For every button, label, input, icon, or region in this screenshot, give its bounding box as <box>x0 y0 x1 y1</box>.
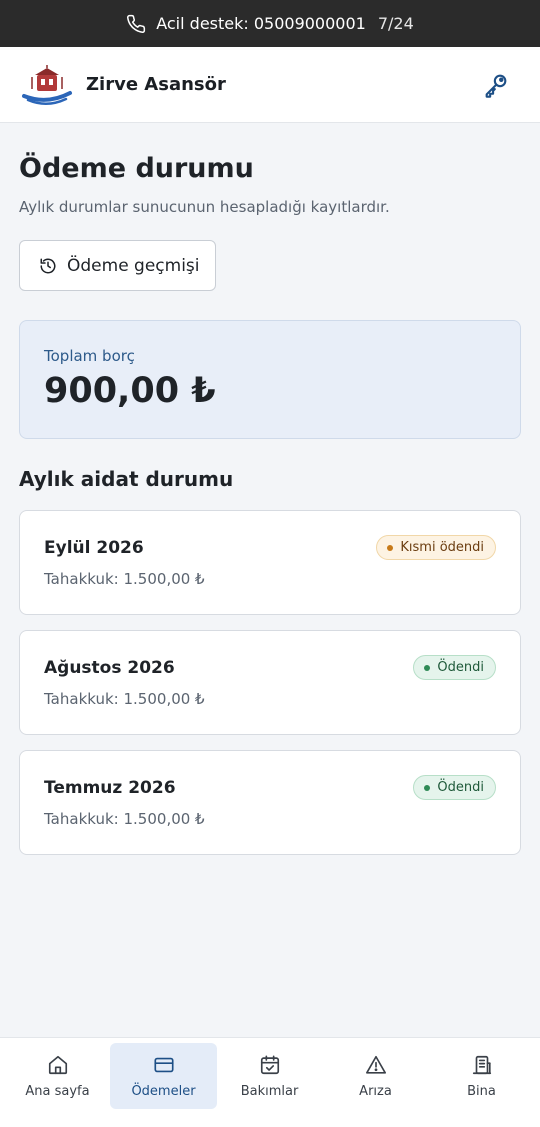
nav-item-home[interactable]: Ana sayfa <box>4 1043 111 1109</box>
bottom-navigation: Ana sayfa Ödemeler Bakımlar Arıza Bina <box>0 1037 540 1127</box>
phone-icon <box>126 14 146 34</box>
total-debt-card: Toplam borç 900,00 ₺ <box>19 320 521 439</box>
building-icon <box>472 1055 491 1074</box>
nav-item-building[interactable]: Bina <box>428 1043 535 1109</box>
status-badge-label: Ödendi <box>437 660 484 675</box>
nav-label: Ana sayfa <box>25 1083 90 1099</box>
total-debt-label: Toplam borç <box>44 347 135 365</box>
nav-label: Bina <box>467 1083 496 1099</box>
payment-history-button[interactable]: Ödeme geçmişi <box>19 240 216 291</box>
month-name: Temmuz 2026 <box>44 778 176 798</box>
status-badge: Ödendi <box>413 775 496 800</box>
support-hours: 7/24 <box>377 14 414 33</box>
support-banner[interactable]: Acil destek: 05009000001 7/24 <box>0 0 540 47</box>
month-card[interactable]: Eylül 2026 Tahakkuk: 1.500,00 ₺ Kısmi öd… <box>19 510 521 615</box>
nav-item-payments[interactable]: Ödemeler <box>110 1043 217 1109</box>
warning-triangle-icon <box>365 1055 386 1074</box>
nav-item-fault[interactable]: Arıza <box>322 1043 429 1109</box>
page-title: Ödeme durumu <box>19 153 254 184</box>
brand-name: Zirve Asansör <box>86 74 226 95</box>
total-debt-value: 900,00 ₺ <box>44 371 216 411</box>
month-accrual: Tahakkuk: 1.500,00 ₺ <box>44 690 205 708</box>
calendar-check-icon <box>260 1054 279 1074</box>
month-name: Ağustos 2026 <box>44 658 175 678</box>
status-badge-label: Ödendi <box>437 780 484 795</box>
home-icon <box>48 1055 67 1074</box>
monthly-fee-title: Aylık aidat durumu <box>19 467 234 491</box>
nav-item-maintenance[interactable]: Bakımlar <box>216 1043 323 1109</box>
month-card[interactable]: Ağustos 2026 Tahakkuk: 1.500,00 ₺ Ödendi <box>19 630 521 735</box>
credit-card-icon <box>153 1057 174 1072</box>
status-badge: Ödendi <box>413 655 496 680</box>
support-text: Acil destek: 05009000001 <box>156 14 366 33</box>
key-icon[interactable] <box>482 71 510 99</box>
status-dot-icon <box>424 664 431 671</box>
payment-history-label: Ödeme geçmişi <box>67 255 200 276</box>
status-badge: Kısmi ödendi <box>376 535 496 560</box>
month-name: Eylül 2026 <box>44 538 144 558</box>
status-dot-icon <box>424 784 431 791</box>
nav-label: Ödemeler <box>131 1083 196 1099</box>
page-subtitle: Aylık durumlar sunucunun hesapladığı kay… <box>19 198 390 216</box>
status-badge-label: Kısmi ödendi <box>400 540 484 555</box>
company-logo <box>22 64 72 105</box>
status-dot-icon <box>387 544 394 551</box>
history-icon <box>40 258 56 273</box>
month-accrual: Tahakkuk: 1.500,00 ₺ <box>44 570 205 588</box>
nav-label: Arıza <box>359 1083 392 1099</box>
month-card[interactable]: Temmuz 2026 Tahakkuk: 1.500,00 ₺ Ödendi <box>19 750 521 855</box>
app-header: Zirve Asansör <box>0 47 540 123</box>
nav-label: Bakımlar <box>240 1083 299 1099</box>
month-accrual: Tahakkuk: 1.500,00 ₺ <box>44 810 205 828</box>
